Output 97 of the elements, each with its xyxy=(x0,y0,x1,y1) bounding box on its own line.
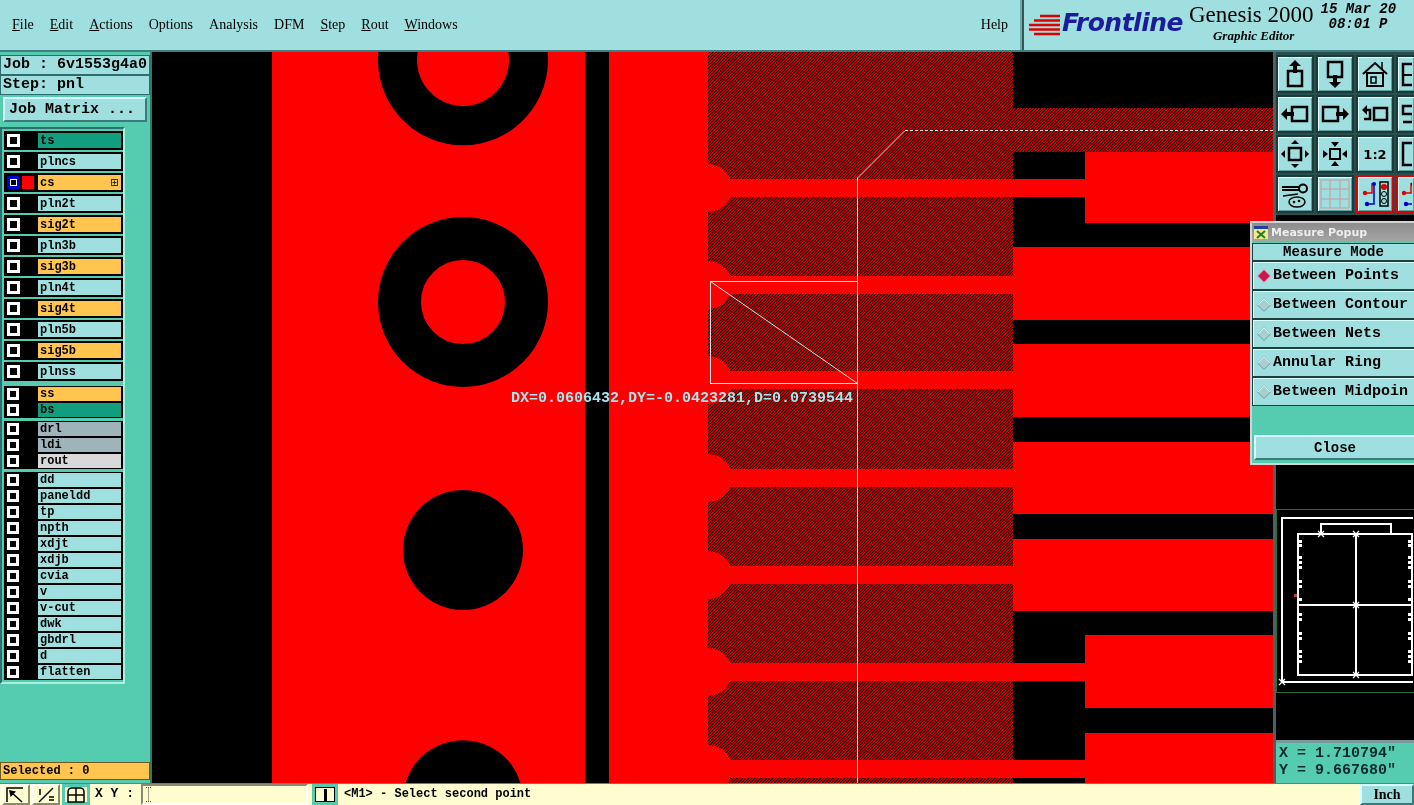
layer-name[interactable]: npth xyxy=(38,521,121,535)
layer-name[interactable]: rout xyxy=(38,454,121,468)
y-coordinate: Y = 9.667680" xyxy=(1279,762,1398,779)
toolbar-button[interactable] xyxy=(1396,175,1414,213)
layer-name[interactable]: xdjt xyxy=(38,537,121,551)
layer-name[interactable]: plnss xyxy=(38,364,121,379)
toolbar-button[interactable] xyxy=(1276,175,1314,213)
toggle-button[interactable] xyxy=(312,784,338,805)
layer-name[interactable]: dwk xyxy=(38,617,121,631)
toolbar-button[interactable] xyxy=(1356,175,1394,213)
toolbar-button[interactable] xyxy=(1316,135,1354,173)
layer-name[interactable]: d xyxy=(38,649,121,663)
expand-arrows-icon xyxy=(1280,139,1310,169)
layer-checkbox[interactable] xyxy=(7,176,20,189)
layer-name[interactable]: sig4t xyxy=(38,301,121,316)
layer-name[interactable]: tp xyxy=(38,505,121,519)
units-button[interactable]: Inch xyxy=(1360,784,1414,805)
measure-mode-option[interactable]: Annular Ring xyxy=(1252,348,1414,377)
popup-title: Measure Popup xyxy=(1271,225,1368,239)
layer-name[interactable]: flatten xyxy=(38,665,121,679)
toolbar-button[interactable] xyxy=(1396,55,1414,93)
layer-name[interactable]: cvia xyxy=(38,569,121,583)
help-menu[interactable]: Help xyxy=(972,15,1016,35)
diagonal-line-icon xyxy=(36,786,56,803)
layer-name[interactable]: ss xyxy=(38,387,121,401)
product-subtitle: Graphic Editor xyxy=(1212,28,1296,44)
scale-button[interactable]: 1:2 xyxy=(1356,135,1394,173)
toolbar-button[interactable] xyxy=(1316,175,1354,213)
grid-icon xyxy=(1320,179,1350,209)
menu-item[interactable]: DFM xyxy=(266,15,313,35)
speed-lines-icon xyxy=(1028,14,1060,38)
close-button[interactable]: Close xyxy=(1254,435,1414,460)
time-text: 08:01 P xyxy=(1327,17,1389,32)
menu-item[interactable]: Analysis xyxy=(201,15,267,35)
frontline-logo: Frontline xyxy=(1062,8,1183,38)
work-layer-icon xyxy=(111,179,118,186)
menu-item[interactable]: Edit xyxy=(41,15,82,35)
layer-name[interactable]: sig3b xyxy=(38,259,121,274)
toolbar-button[interactable] xyxy=(1356,95,1394,133)
step-label: Step: pnl xyxy=(0,75,150,95)
vertical-bar-icon xyxy=(323,788,327,801)
toolbar-button[interactable] xyxy=(1316,55,1354,93)
job-label: Job : 6v1553g4a0 xyxy=(0,55,150,75)
toolbar-button[interactable] xyxy=(1396,135,1414,173)
layer-name[interactable]: cs xyxy=(38,175,121,190)
layer-name[interactable]: drl xyxy=(38,422,121,436)
menu-item[interactable]: File xyxy=(4,15,42,35)
layer-name[interactable]: dd xyxy=(38,473,121,487)
layer-name[interactable]: bs xyxy=(38,403,121,417)
house-icon xyxy=(1360,59,1390,89)
layer-name[interactable]: ldi xyxy=(38,438,121,452)
x-coordinate: X = 1.710794" xyxy=(1279,745,1398,762)
toolbar-button[interactable] xyxy=(1276,95,1314,133)
layer-name[interactable]: xdjb xyxy=(38,553,121,567)
layer-name[interactable]: paneldd xyxy=(38,489,121,503)
measure-mode-option[interactable]: Between Midpoin xyxy=(1252,377,1414,406)
menu-item[interactable]: Step xyxy=(312,15,354,35)
layer-name[interactable]: gbdrl xyxy=(38,633,121,647)
layer-name[interactable]: sig2t xyxy=(38,217,121,232)
status-message: <M1> - Select second point xyxy=(343,786,532,803)
layer-name[interactable]: pln2t xyxy=(38,196,121,211)
x-icon[interactable] xyxy=(1254,225,1268,239)
selection-count: Selected : 0 xyxy=(0,762,150,780)
measure-mode-option[interactable]: Between Contour xyxy=(1252,290,1414,319)
layer-name[interactable]: sig5b xyxy=(38,343,121,358)
layer-name[interactable]: pln5b xyxy=(38,322,121,337)
menu-item[interactable]: Windows xyxy=(396,15,466,35)
overview-map[interactable] xyxy=(1276,509,1414,693)
box-icon xyxy=(1399,139,1412,169)
menu-item[interactable]: Actions xyxy=(81,15,141,35)
measure-mode-option[interactable]: Between Points xyxy=(1252,261,1414,290)
layer-name[interactable]: v xyxy=(38,585,121,599)
toolbar-button[interactable] xyxy=(1276,55,1314,93)
toolbar-button[interactable] xyxy=(1356,55,1394,93)
shrink-arrows-icon xyxy=(1320,139,1350,169)
measure-mode-heading: Measure Mode xyxy=(1252,243,1414,261)
xy-label: X Y : xyxy=(94,785,135,803)
menu-item[interactable]: Rout xyxy=(353,15,397,35)
circuit-icon xyxy=(1360,179,1390,209)
toolbar-button[interactable] xyxy=(1396,95,1414,133)
text-cursor-icon xyxy=(146,787,151,802)
diagonal-arrow-icon xyxy=(6,786,26,803)
grid-box-icon xyxy=(66,786,86,803)
date-text: 15 Mar 20 xyxy=(1320,2,1397,17)
layer-name[interactable]: plncs xyxy=(38,154,121,169)
product-name: Genesis 2000 xyxy=(1189,1,1314,28)
coordinate-input[interactable] xyxy=(141,784,308,805)
measure-mode-option[interactable]: Between Nets xyxy=(1252,319,1414,348)
tool-button[interactable] xyxy=(62,784,90,805)
layer-name[interactable]: pln4t xyxy=(38,280,121,295)
layer-name[interactable]: ts xyxy=(38,133,121,148)
menu-item[interactable]: Options xyxy=(140,15,202,35)
toolbar-button[interactable] xyxy=(1316,95,1354,133)
toolbar-button[interactable] xyxy=(1276,135,1314,173)
layer-name[interactable]: pln3b xyxy=(38,238,121,253)
layer-name[interactable]: v-cut xyxy=(38,601,121,615)
job-matrix-button[interactable]: Job Matrix ... xyxy=(3,97,147,122)
